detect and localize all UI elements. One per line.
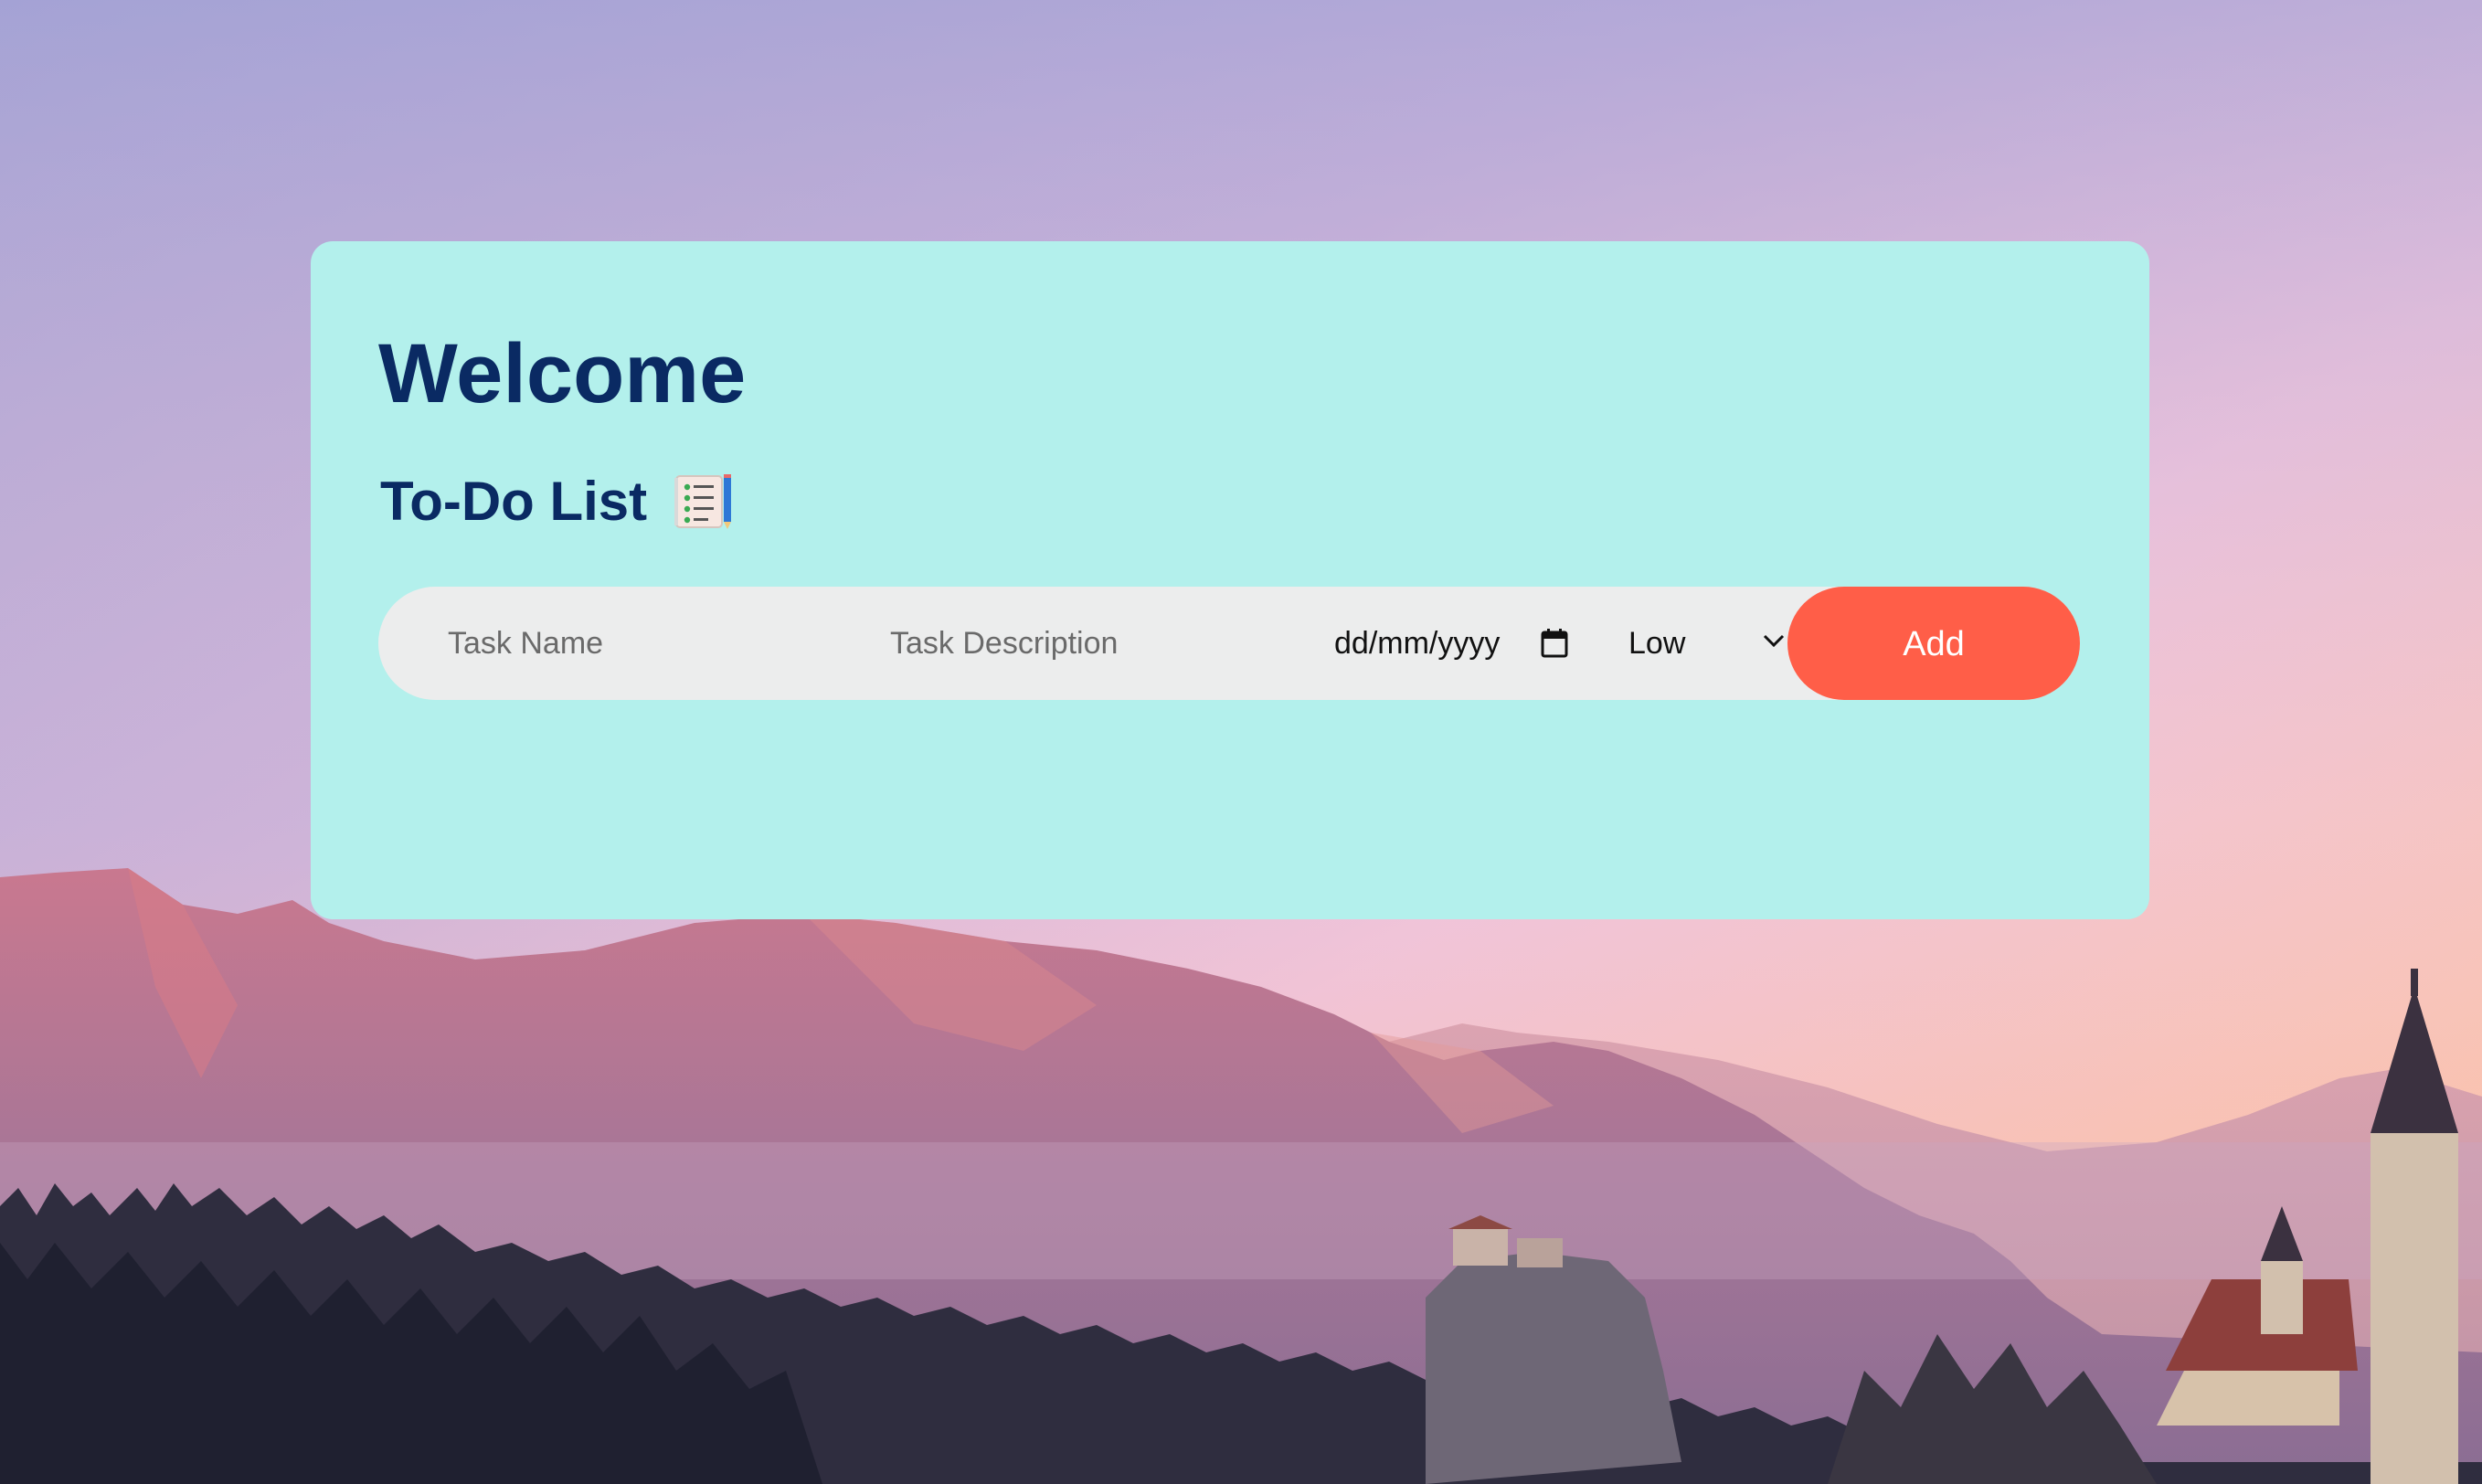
priority-selected-value: Low	[1628, 625, 1686, 661]
todo-list-title: To-Do List	[380, 470, 735, 534]
todo-card: Welcome To-Do List Task Name Task Descri…	[311, 241, 2149, 919]
due-date-input[interactable]: dd/mm/yyyy	[1334, 587, 1599, 700]
due-date-value: dd/mm/yyyy	[1334, 625, 1501, 661]
chevron-down-icon	[1763, 634, 1785, 648]
priority-select[interactable]: Low	[1628, 587, 1811, 700]
task-description-input[interactable]	[890, 587, 1283, 700]
page: Welcome To-Do List Task Name Task Descri…	[0, 0, 2482, 1484]
calendar-icon[interactable]	[1540, 628, 1569, 659]
task-name-input[interactable]	[448, 587, 841, 700]
add-task-form: dd/mm/yyyy Low Add	[378, 587, 2080, 700]
checklist-notepad-icon	[674, 474, 732, 529]
todo-list-title-text: To-Do List	[380, 471, 648, 532]
add-button[interactable]: Add	[1787, 587, 2080, 700]
welcome-heading: Welcome	[378, 327, 747, 420]
